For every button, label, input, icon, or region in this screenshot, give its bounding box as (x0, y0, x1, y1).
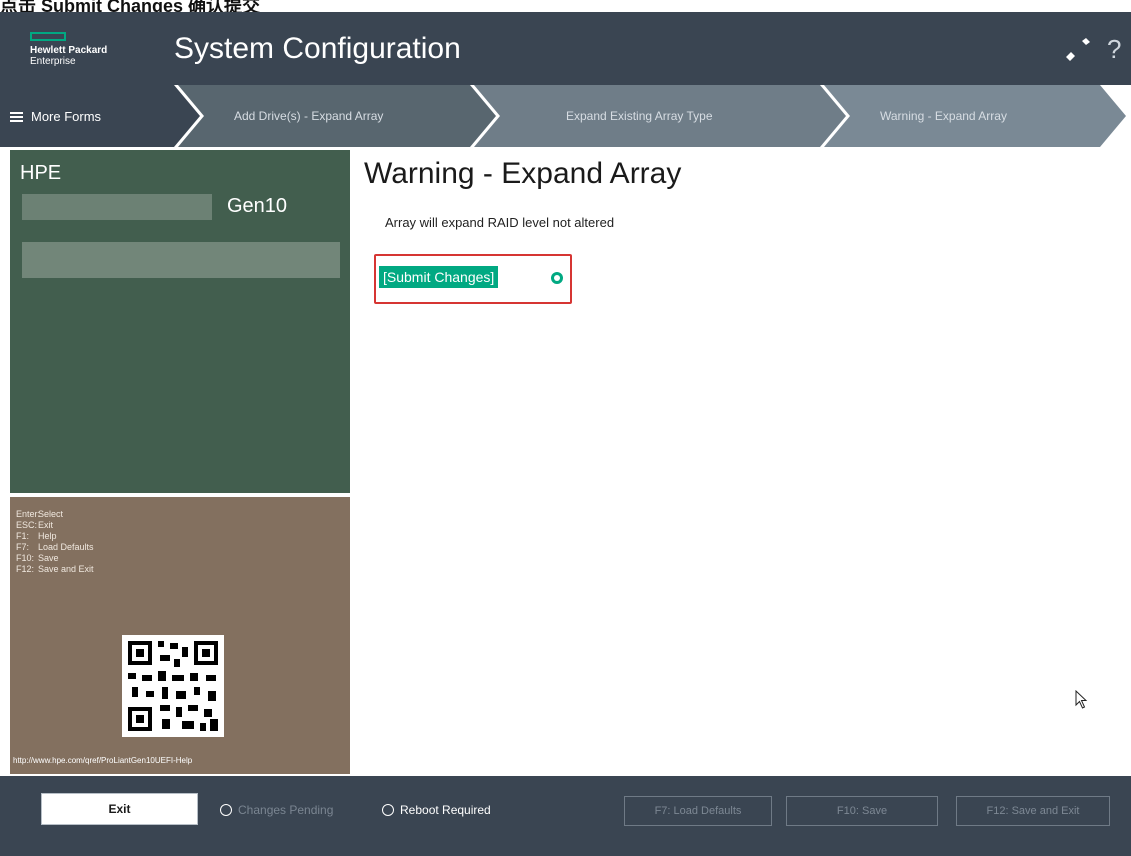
header-bar: Hewlett Packard Enterprise System Config… (0, 12, 1131, 85)
hpe-logo-rect-icon (30, 32, 66, 41)
save-button[interactable]: F10: Save (786, 796, 938, 826)
key-name: F12: (16, 564, 35, 574)
exit-button[interactable]: Exit (41, 793, 198, 825)
key-row: F12: Save and Exit (16, 564, 94, 575)
key-action: Exit (38, 520, 54, 530)
changes-pending-label: Changes Pending (238, 803, 334, 817)
app-title: System Configuration (174, 32, 461, 65)
footer-bar: Exit Changes Pending Reboot Required F7:… (0, 776, 1131, 856)
help-icon[interactable]: ? (1107, 34, 1121, 65)
breadcrumb-item-expand-existing[interactable]: Expand Existing Array Type (566, 109, 713, 123)
logo-line1: Hewlett Packard (30, 45, 108, 56)
page-title: Warning - Expand Array (364, 157, 682, 190)
key-row: Enter: Select (16, 509, 94, 520)
go-arrow-icon[interactable] (551, 272, 563, 284)
warning-message: Array will expand RAID level not altered (385, 215, 615, 230)
breadcrumb-item-warning[interactable]: Warning - Expand Array (880, 109, 1007, 123)
key-name: Enter: (16, 509, 41, 519)
reboot-required-label: Reboot Required (400, 803, 491, 817)
key-action: Select (38, 509, 64, 519)
logo-line2: Enterprise (30, 56, 76, 67)
more-forms-label: More Forms (31, 109, 102, 124)
mouse-cursor-icon (1075, 690, 1088, 709)
qr-code-icon (122, 635, 224, 737)
help-url: http://www.hpe.com/qref/ProLiantGen10UEF… (13, 756, 193, 765)
key-row: F10: Save (16, 553, 94, 564)
key-name: F10: (16, 553, 35, 563)
key-row: F7: Load Defaults (16, 542, 94, 553)
system-info-panel: HPE Gen10 (10, 150, 350, 493)
hamburger-icon (10, 111, 23, 122)
key-action: Load Defaults (38, 542, 94, 552)
key-help-panel: Enter: Select ESC: Exit F1: Help F7: Load De… (10, 497, 350, 774)
hpe-logo: Hewlett Packard Enterprise (30, 32, 108, 72)
key-name: ESC: (16, 520, 38, 530)
key-row: ESC: Exit (16, 520, 94, 531)
reboot-required-radio-icon (382, 804, 394, 816)
key-action: Save (38, 553, 59, 563)
redacted-model-block (22, 194, 212, 220)
key-action: Help (38, 531, 57, 541)
more-forms-button[interactable]: More Forms (10, 109, 101, 124)
changes-pending-radio-icon (220, 804, 232, 816)
load-defaults-button[interactable]: F7: Load Defaults (624, 796, 772, 826)
wrench-icon[interactable] (1064, 35, 1092, 63)
changes-pending-indicator: Changes Pending (220, 803, 333, 817)
top-strip: 点击 Submit Changes 确认提交 (0, 0, 1131, 16)
key-action: Save and Exit (38, 564, 94, 574)
key-row: F1: Help (16, 531, 94, 542)
redacted-serial-block (22, 242, 340, 278)
key-name: F1: (16, 531, 30, 541)
reboot-required-indicator: Reboot Required (382, 803, 491, 817)
key-shortcuts-list: Enter: Select ESC: Exit F1: Help F7: Load De… (16, 509, 94, 575)
save-and-exit-button[interactable]: F12: Save and Exit (956, 796, 1110, 826)
breadcrumb-item-add-drives[interactable]: Add Drive(s) - Expand Array (234, 109, 383, 123)
system-brand: HPE (20, 162, 62, 184)
key-name: F7: (16, 542, 30, 552)
system-model: Gen10 (227, 195, 288, 217)
submit-changes-button[interactable]: [Submit Changes] (379, 266, 499, 288)
